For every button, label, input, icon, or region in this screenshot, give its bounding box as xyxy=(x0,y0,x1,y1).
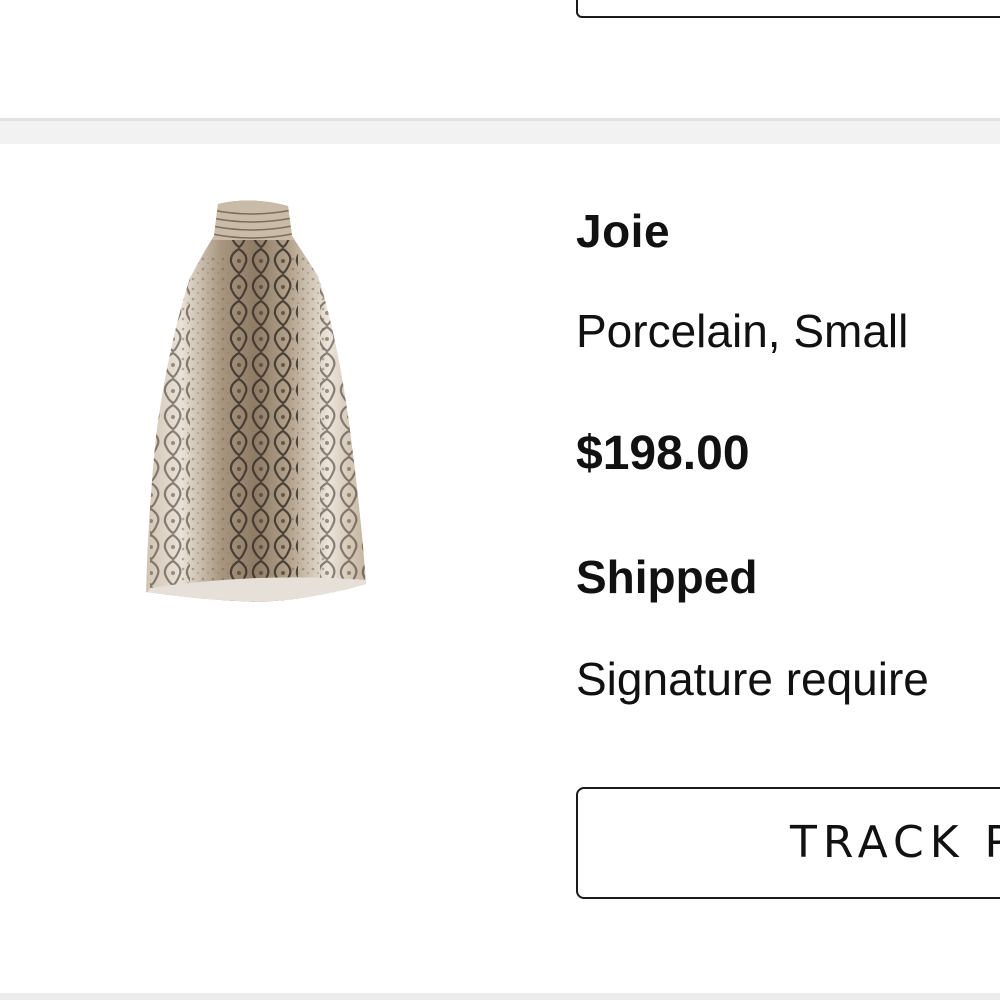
shipping-status: Shipped xyxy=(576,551,758,603)
product-variant: Porcelain, Small xyxy=(576,305,909,357)
product-price: $198.00 xyxy=(576,427,750,480)
product-image[interactable] xyxy=(140,196,370,606)
section-divider xyxy=(0,118,1000,144)
track-button-label: TRACK P xyxy=(790,817,1000,868)
order-details-page: Joie Porcelain, Small $198.00 Shipped Si… xyxy=(0,0,1000,1000)
bottom-divider xyxy=(0,993,1000,1000)
product-brand: Joie xyxy=(576,205,671,257)
track-package-button[interactable]: TRACK P xyxy=(576,787,1000,899)
previous-item-button[interactable] xyxy=(576,0,1000,18)
delivery-note: Signature require xyxy=(576,653,929,705)
